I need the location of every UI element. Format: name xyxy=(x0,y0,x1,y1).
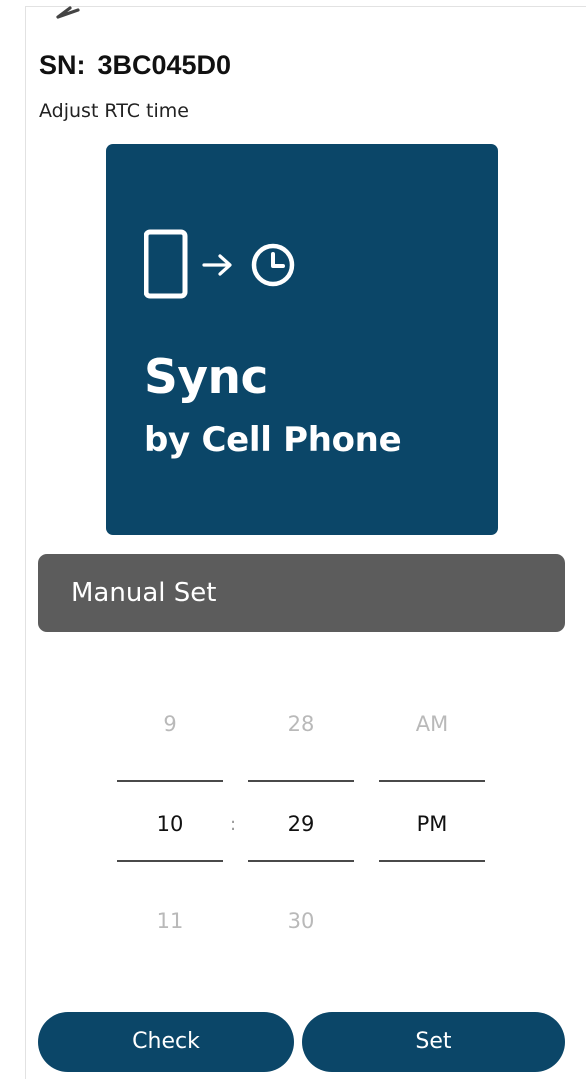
sync-card-subtitle: by Cell Phone xyxy=(144,420,402,460)
hour-wheel[interactable]: 9 10 11 xyxy=(117,690,223,960)
check-button[interactable]: Check xyxy=(38,1012,294,1072)
hour-divider-top xyxy=(117,780,223,782)
sync-icons xyxy=(144,229,295,299)
time-picker: 9 10 11 : 28 29 30 AM PM xyxy=(0,690,586,960)
ampm-divider-bottom xyxy=(379,860,485,862)
page-subtitle: Adjust RTC time xyxy=(39,100,189,122)
sn-label: SN: xyxy=(39,50,86,80)
minute-divider-bottom xyxy=(248,860,354,862)
ampm-divider-top xyxy=(379,780,485,782)
minute-next-option[interactable]: 30 xyxy=(248,909,354,933)
set-button[interactable]: Set xyxy=(302,1012,565,1072)
sync-by-cell-phone-button[interactable]: Sync by Cell Phone xyxy=(106,144,498,535)
minute-wheel[interactable]: 28 29 30 xyxy=(248,690,354,960)
minute-divider-top xyxy=(248,780,354,782)
time-separator: : xyxy=(230,814,237,835)
clock-icon xyxy=(251,243,295,287)
ampm-wheel[interactable]: AM PM xyxy=(379,690,485,960)
ampm-selected-value[interactable]: PM xyxy=(379,812,485,836)
serial-number-heading: SN: 3BC045D0 xyxy=(39,50,231,81)
minute-selected-value[interactable]: 29 xyxy=(248,812,354,836)
manual-set-button[interactable]: Manual Set xyxy=(38,554,565,632)
phone-icon xyxy=(144,229,188,299)
sn-value: 3BC045D0 xyxy=(97,50,232,80)
ampm-prev-option[interactable]: AM xyxy=(379,712,485,736)
back-button[interactable] xyxy=(40,0,90,26)
hour-next-option[interactable]: 11 xyxy=(117,909,223,933)
hour-divider-bottom xyxy=(117,860,223,862)
minute-prev-option[interactable]: 28 xyxy=(248,712,354,736)
arrow-right-icon xyxy=(202,254,232,276)
hour-selected-value[interactable]: 10 xyxy=(117,812,223,836)
arrow-left-icon xyxy=(56,6,80,19)
hour-prev-option[interactable]: 9 xyxy=(117,712,223,736)
sync-card-title: Sync xyxy=(144,350,268,405)
